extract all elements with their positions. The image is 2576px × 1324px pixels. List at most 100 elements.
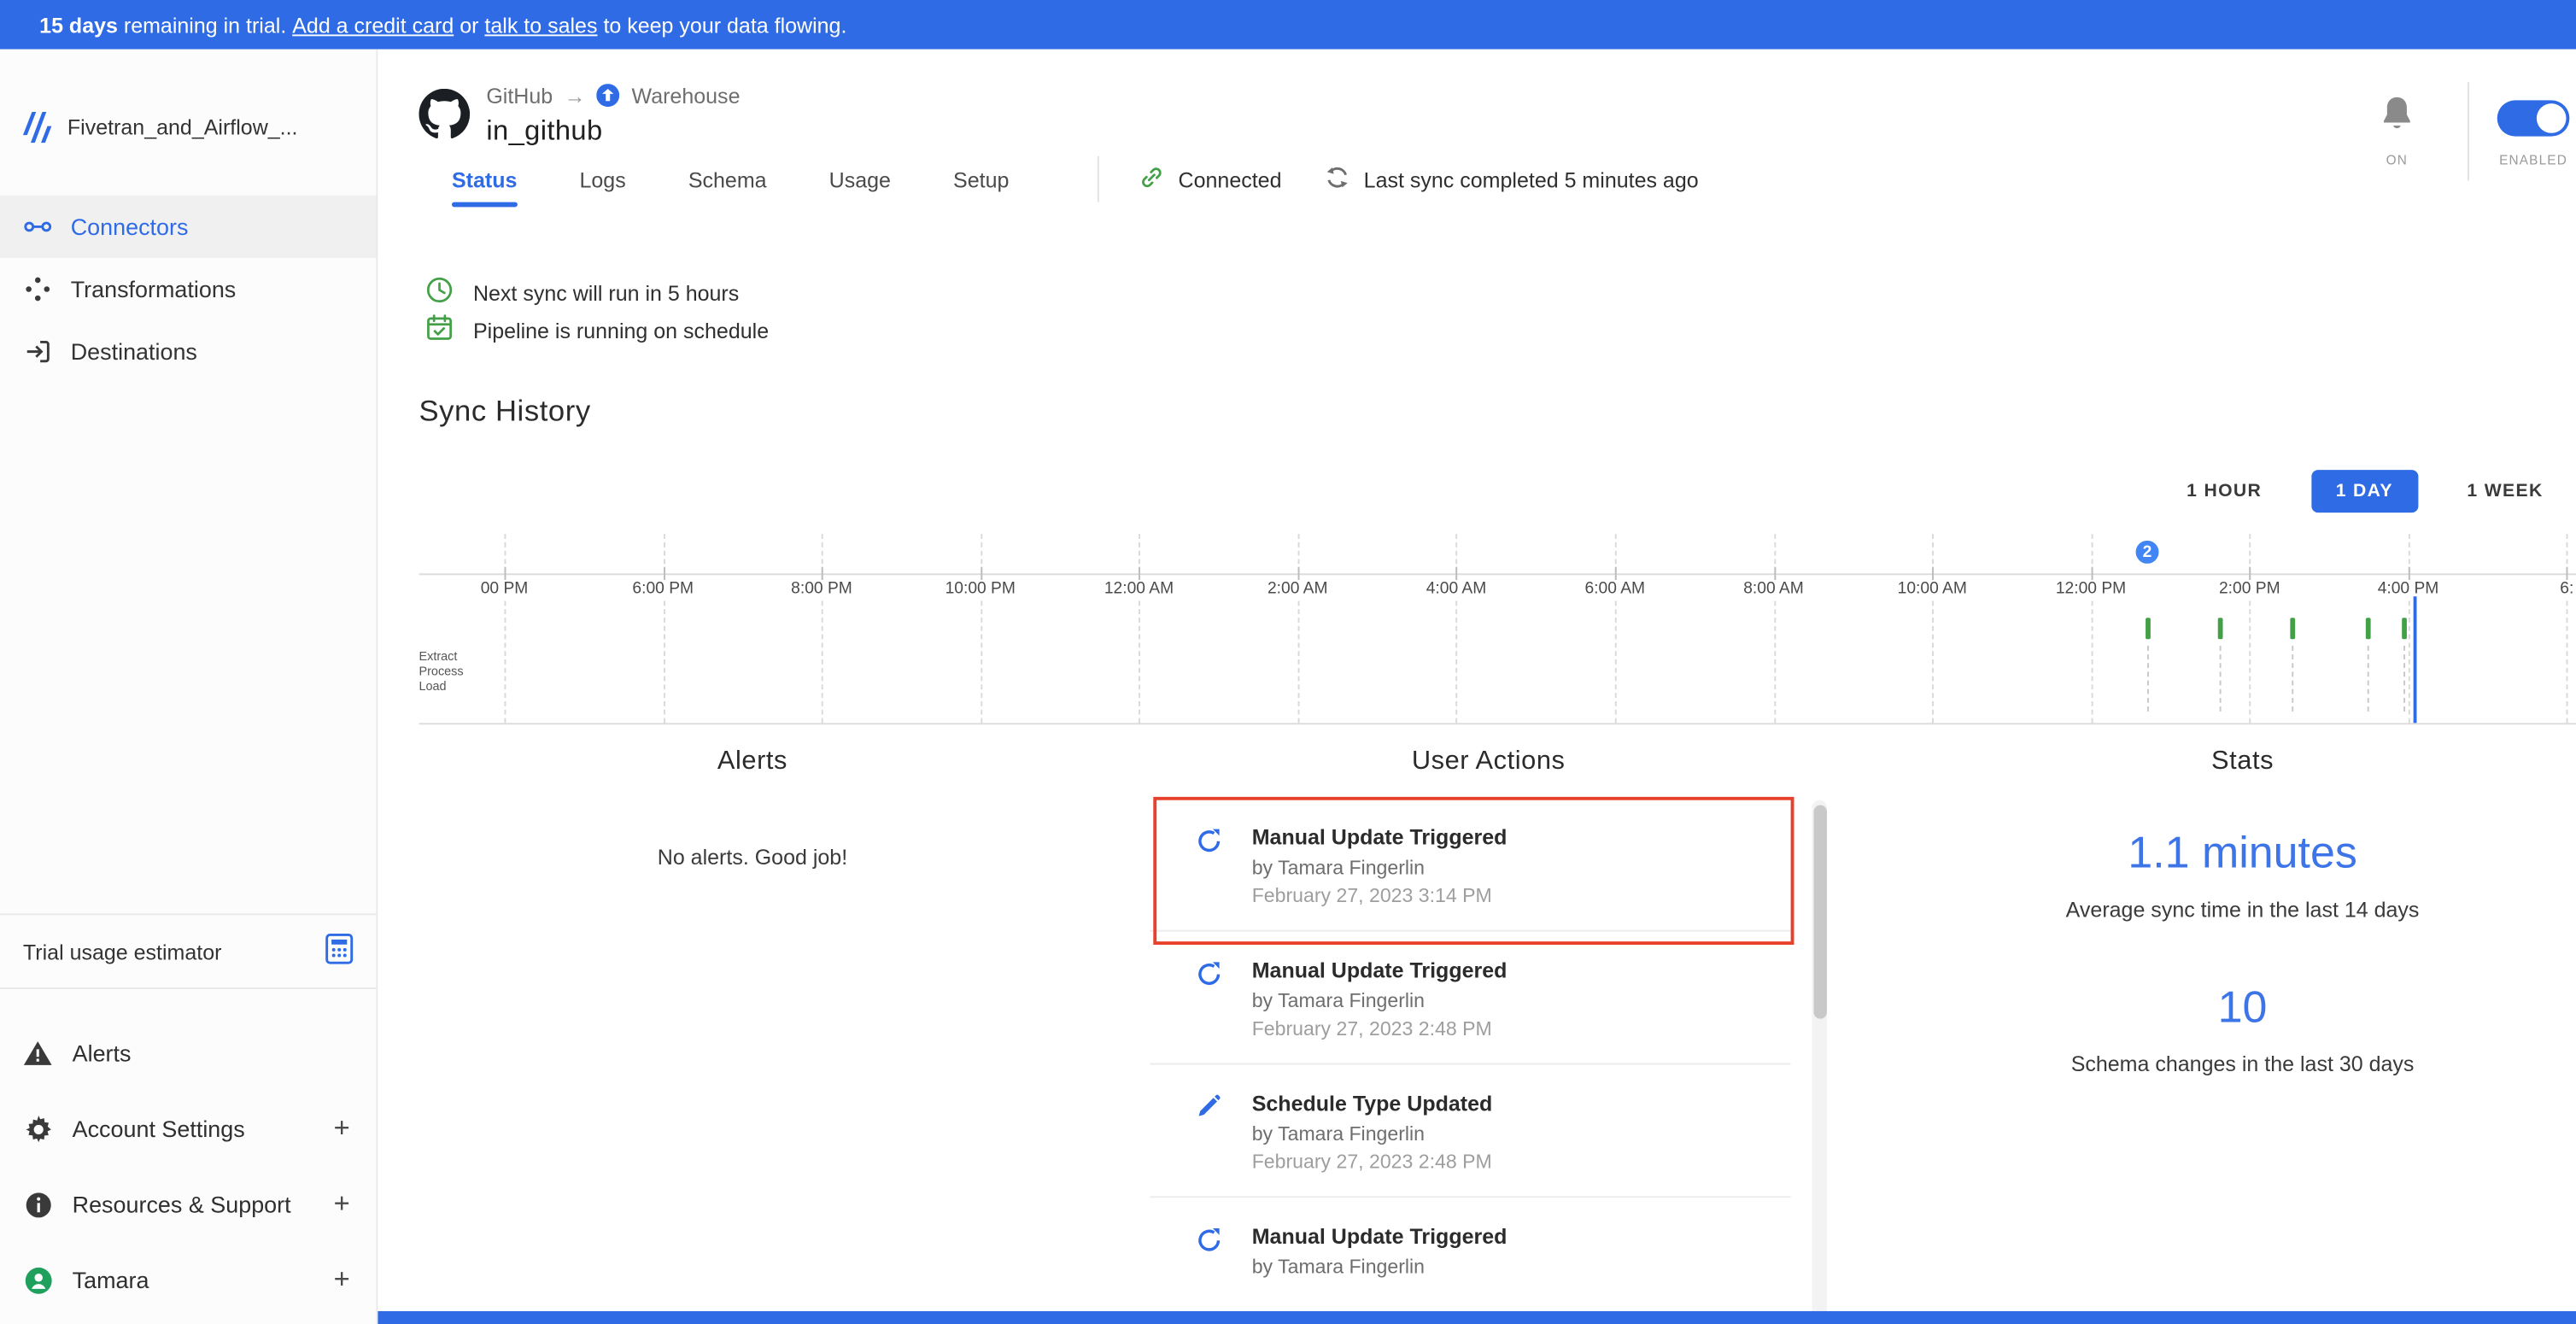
tab-setup[interactable]: Setup	[953, 167, 1009, 191]
toggle-label: ENABLED	[2487, 153, 2576, 167]
divider	[1098, 156, 1099, 202]
tab-logs[interactable]: Logs	[579, 167, 625, 191]
trial-usage-estimator-label: Trial usage estimator	[23, 939, 222, 964]
chart-gridline	[1297, 534, 1299, 723]
chart-tick-label: 8:00 PM	[784, 580, 858, 598]
range-1-week-button[interactable]: 1 WEEK	[2467, 470, 2543, 513]
tab-status[interactable]: Status	[452, 167, 517, 191]
chart-gridline	[1456, 534, 1458, 723]
user-action-row[interactable]: Manual Update Triggered by Tamara Finger…	[1150, 1198, 1790, 1324]
sidebar-item-label: Alerts	[73, 1040, 132, 1067]
sidebar-item-label: Tamara	[73, 1267, 149, 1293]
notification-bell-icon[interactable]	[2379, 94, 2415, 133]
chart-tick-label: 6:00 PM	[626, 580, 700, 598]
next-sync-message: Next sync will run in 5 hours	[425, 276, 739, 308]
chart-gridline	[663, 534, 664, 723]
user-action-row[interactable]: Schedule Type Updated by Tamara Fingerli…	[1150, 1064, 1790, 1198]
avg-sync-time-label: Average sync time in the last 14 days	[2021, 897, 2464, 922]
trial-usage-estimator[interactable]: Trial usage estimator	[0, 913, 376, 988]
main-content: GitHub → Warehouse in_github Status Logs…	[378, 50, 2576, 1324]
sync-history-chart: Extract Process Load 00 PM 6:00 PM 8:00 PM…	[419, 534, 2576, 724]
sync-event-mark[interactable]	[2402, 618, 2407, 639]
workspace-switcher[interactable]: Fivetran_and_Airflow_...	[23, 112, 377, 142]
chart-tick-label: 12:00 PM	[2049, 580, 2133, 598]
time-range-selector: 1 HOUR 1 DAY 1 WEEK	[2187, 470, 2543, 513]
sidebar-footer-nav: Alerts Account Settings + Resources & Su…	[0, 1016, 376, 1318]
sync-event-mark[interactable]	[2290, 618, 2295, 639]
chart-row-labels: Extract Process Load	[419, 649, 471, 694]
stats-title: Stats	[2021, 747, 2464, 777]
action-author: by Tamara Fingerlin	[1252, 1256, 1791, 1279]
sync-event-mark[interactable]	[2218, 618, 2223, 639]
sidebar-item-account-settings[interactable]: Account Settings +	[0, 1091, 376, 1166]
chart-gridline	[2567, 534, 2568, 723]
expand-plus-icon[interactable]: +	[334, 1112, 350, 1145]
chart-gridline	[1615, 534, 1617, 723]
stats-column: Stats 1.1 minutes Average sync time in t…	[2021, 747, 2464, 1076]
alerts-empty-message: No alerts. Good job!	[506, 845, 998, 870]
sidebar-item-resources-support[interactable]: Resources & Support +	[0, 1167, 376, 1242]
sidebar-item-alerts[interactable]: Alerts	[0, 1016, 376, 1091]
sidebar-item-destinations[interactable]: Destinations	[0, 320, 376, 383]
add-credit-card-link[interactable]: Add a credit card	[292, 12, 454, 37]
fivetran-logo-icon	[23, 112, 53, 142]
notifications-label: ON	[2352, 153, 2441, 167]
sync-event-guide	[2220, 646, 2222, 712]
breadcrumb-destination[interactable]: Warehouse	[632, 84, 741, 108]
tab-schema[interactable]: Schema	[688, 167, 767, 191]
connectors-icon	[23, 212, 53, 242]
sidebar-item-connectors[interactable]: Connectors	[0, 196, 376, 258]
range-1-day-button[interactable]: 1 DAY	[2311, 470, 2418, 513]
action-date: February 27, 2023 2:48 PM	[1252, 1017, 1791, 1040]
breadcrumb-source[interactable]: GitHub	[486, 84, 553, 108]
sync-event-guide	[2147, 646, 2149, 712]
chart-tick-label: 6:00 AM	[1578, 580, 1652, 598]
pencil-icon	[1196, 1094, 1222, 1121]
connector-title: in_github	[486, 115, 602, 148]
pipeline-message: Pipeline is running on schedule	[425, 313, 769, 346]
user-action-row[interactable]: Manual Update Triggered by Tamara Finger…	[1150, 932, 1790, 1065]
chart-tick-label: 10:00 AM	[1891, 580, 1974, 598]
user-actions-title: User Actions	[1150, 747, 1826, 777]
sidebar-item-user-tamara[interactable]: Tamara +	[0, 1242, 376, 1317]
action-date: February 27, 2023 2:48 PM	[1252, 1150, 1791, 1173]
sidebar-item-label: Connectors	[71, 214, 189, 240]
scrollbar-track	[1812, 800, 1827, 1324]
row-label-extract: Extract	[419, 649, 463, 664]
sync-event-mark[interactable]	[2146, 618, 2151, 639]
alerts-column: Alerts No alerts. Good job!	[506, 747, 998, 869]
scrollbar-thumb[interactable]	[1813, 806, 1826, 1019]
tab-usage[interactable]: Usage	[829, 167, 891, 191]
chart-baseline	[419, 723, 2576, 724]
chart-gridline	[981, 534, 982, 723]
sync-event-mark[interactable]	[2366, 618, 2371, 639]
action-title: Schedule Type Updated	[1252, 1091, 1791, 1116]
expand-plus-icon[interactable]: +	[334, 1188, 350, 1221]
gear-icon	[23, 1114, 53, 1144]
action-author: by Tamara Fingerlin	[1252, 856, 1791, 879]
chart-tick-label: 00 PM	[474, 580, 535, 598]
sidebar-item-transformations[interactable]: Transformations	[0, 258, 376, 320]
action-title: Manual Update Triggered	[1252, 825, 1791, 850]
avg-sync-time-value: 1.1 minutes	[2021, 828, 2464, 879]
sidebar-nav: Connectors Transformations Destinatio	[0, 196, 376, 383]
expand-plus-icon[interactable]: +	[334, 1263, 350, 1296]
sync-count-badge[interactable]: 2	[2133, 537, 2163, 567]
banner-text: remaining in trial.	[118, 12, 292, 37]
user-avatar-icon	[23, 1265, 53, 1295]
pipeline-text: Pipeline is running on schedule	[473, 318, 769, 343]
bottom-scroll-bar[interactable]	[378, 1311, 2576, 1324]
breadcrumb-arrow-icon: →	[565, 84, 586, 108]
refresh-icon	[1196, 961, 1222, 987]
sidebar-item-label: Account Settings	[73, 1116, 245, 1142]
range-1-hour-button[interactable]: 1 HOUR	[2187, 470, 2262, 513]
action-author: by Tamara Fingerlin	[1252, 989, 1791, 1012]
sync-event-guide	[2403, 646, 2405, 712]
transformations-icon	[23, 274, 53, 304]
talk-to-sales-link[interactable]: talk to sales	[484, 12, 597, 37]
enabled-toggle[interactable]	[2497, 100, 2570, 136]
last-sync-status: Last sync completed 5 minutes ago	[1325, 163, 1699, 195]
user-action-row[interactable]: Manual Update Triggered by Tamara Finger…	[1150, 799, 1790, 932]
chart-gridline	[822, 534, 823, 723]
chart-gridline	[2250, 534, 2251, 723]
